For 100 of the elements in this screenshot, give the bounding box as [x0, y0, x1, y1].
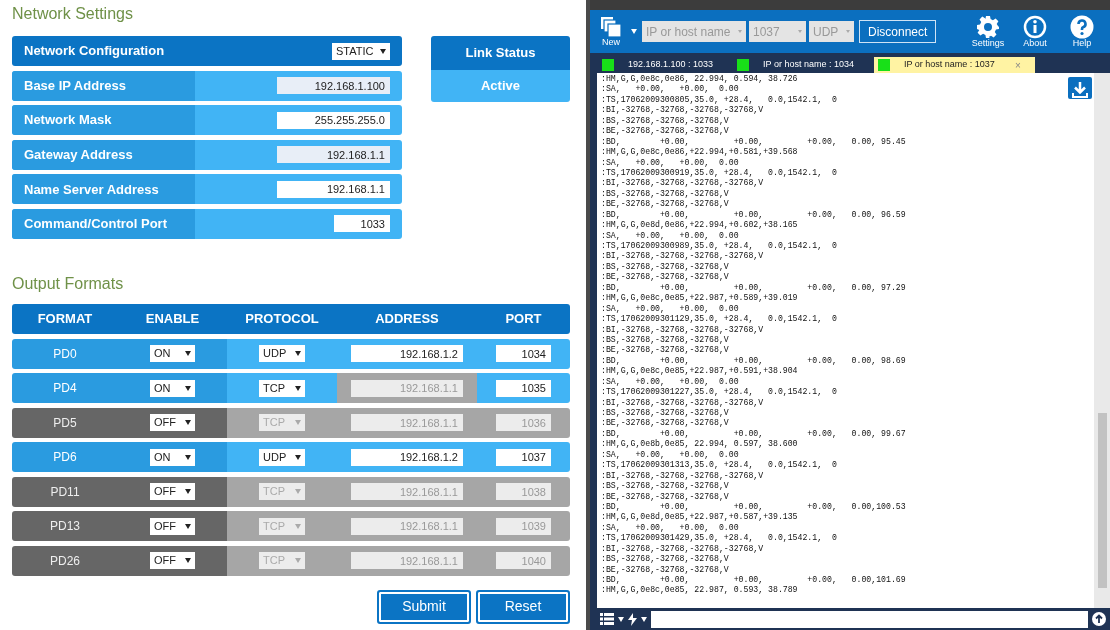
reset-button[interactable]: Reset: [476, 589, 570, 624]
address-field[interactable]: 192.168.1.2: [351, 448, 463, 466]
caret-icon: [185, 385, 191, 391]
config-select[interactable]: STATIC: [332, 42, 390, 60]
disconnect-button[interactable]: Disconnect: [859, 20, 937, 43]
lightning-icon[interactable]: [628, 612, 637, 626]
terminal-line: :HM,G,G,0e8c,0e85,+22.987,+0.591,+38.904: [601, 366, 799, 377]
terminal-line: :TS,17062009300919,35.0, +28.4, 0.0,1542.1, 0: [601, 167, 838, 179]
terminal-line: :HM,G,G,0e8c,0e85,+22.987,+0.589,+39.019: [601, 293, 799, 304]
terminal-line: :BE,-32768,-32768,-32768,V: [601, 491, 730, 502]
status-icon: [878, 59, 890, 71]
section-title: Output Formats: [12, 273, 125, 294]
terminal-line: :BE,-32768,-32768,-32768,V: [601, 418, 730, 429]
enable-select[interactable]: ON: [150, 379, 195, 397]
format-name: PD0: [53, 345, 77, 363]
terminal-line: :SA, +0.00, +0.00, 0.00: [601, 157, 740, 168]
terminal-line: :BS,-32768,-32768,-32768,V: [601, 408, 730, 419]
input-field[interactable]: 1033: [334, 215, 390, 233]
terminal-line: :BD, +0.00, +0.00, +0.00, 0.00, 96.59: [601, 209, 907, 220]
terminal-line: :BD, +0.00, +0.00, +0.00, 0.00, 97.29: [601, 282, 907, 294]
terminal-line: :HM,G,G,0e8b,0e85, 22.994, 0.597, 38.600: [601, 439, 799, 450]
scrollbar[interactable]: [1094, 73, 1110, 608]
caret-icon: [846, 30, 850, 33]
scroll-thumb[interactable]: [1097, 413, 1107, 588]
terminal-line: :BE,-32768,-32768,-32768,V: [601, 272, 730, 283]
format-name: PD5: [53, 414, 77, 432]
field-label: Network Configuration: [23, 42, 166, 61]
port-field[interactable]: 1035: [496, 379, 551, 397]
caret-icon: [295, 558, 301, 564]
link-status-value: Active: [431, 70, 570, 102]
column-header: ENABLE: [144, 309, 201, 328]
column-header: PROTOCOL: [244, 309, 320, 328]
link-status-header: Link Status: [431, 36, 570, 70]
help-button[interactable]: Help: [1060, 14, 1104, 49]
protocol-select[interactable]: UDP: [259, 345, 305, 363]
field-label: Network Mask: [12, 105, 195, 136]
terminal-line: :TS,17062009300805,35.0, +28.4, 0.0,1542.1, 0: [601, 94, 838, 106]
info-icon: [1023, 14, 1047, 39]
enable-select[interactable]: ON: [150, 448, 195, 466]
caret-icon: [295, 385, 301, 391]
command-input[interactable]: [651, 610, 1088, 628]
port-field[interactable]: 1037: [496, 448, 551, 466]
terminal-line: :BI,-32768,-32768,-32768,-32768,V: [601, 251, 765, 262]
help-icon: [1070, 14, 1094, 39]
terminal-line: :BS,-32768,-32768,-32768,V: [601, 554, 730, 565]
enable-select[interactable]: ON: [150, 345, 195, 363]
terminal-line: :BD, +0.00, +0.00, +0.00, 0.00,101.69: [601, 575, 907, 586]
format-name: PD4: [53, 380, 77, 398]
terminal-line: :TS,17062009301429,35.0, +28.4, 0.0,1542.1, 0: [601, 533, 838, 544]
protocol-select[interactable]: TCP: [259, 379, 305, 397]
column-header: FORMAT: [36, 309, 94, 328]
terminal-line: :BD, +0.00, +0.00, +0.00, 0.00, 99.67: [601, 428, 907, 439]
input-field[interactable]: 192.168.1.1: [277, 180, 390, 198]
section-title: Network Settings: [12, 4, 134, 24]
list-icon[interactable]: [600, 613, 614, 625]
about-button[interactable]: About: [1013, 14, 1057, 49]
arrow-up-icon[interactable]: [1092, 612, 1106, 626]
caret-icon: [185, 523, 191, 529]
enable-select[interactable]: OFF: [150, 552, 195, 570]
enable-select[interactable]: OFF: [150, 483, 195, 501]
port-field[interactable]: 1034: [496, 345, 551, 363]
status-icon: [737, 59, 750, 71]
enable-select[interactable]: OFF: [150, 517, 195, 535]
connection-tab[interactable]: IP or host name : 1034: [733, 57, 868, 73]
settings-button[interactable]: Settings: [966, 14, 1010, 49]
terminal-line: :BI,-32768,-32768,-32768,-32768,V: [601, 324, 765, 335]
caret-icon: [295, 489, 301, 495]
format-name: PD26: [50, 552, 80, 570]
status-icon: [602, 59, 614, 71]
field-label: Command/Control Port: [12, 208, 195, 239]
enable-select[interactable]: OFF: [150, 414, 195, 432]
input-field[interactable]: 255.255.255.0: [277, 111, 390, 129]
connection-tab[interactable]: IP or host name : 1037 ×: [874, 57, 1035, 73]
terminal-line: :BE,-32768,-32768,-32768,V: [601, 345, 730, 356]
caret-icon: [295, 420, 301, 426]
submit-button[interactable]: Submit: [377, 589, 471, 624]
terminal-line: :SA, +0.00, +0.00, 0.00: [601, 522, 740, 534]
caret-icon: [185, 420, 191, 426]
terminal-line: :BD, +0.00, +0.00, +0.00, 0.00,100.53: [601, 501, 907, 512]
download-button[interactable]: [1068, 77, 1092, 99]
caret-icon: [295, 523, 301, 529]
caret-icon: [185, 454, 191, 460]
terminal-line: :BI,-32768,-32768,-32768,-32768,V: [601, 470, 765, 482]
connection-tab[interactable]: 192.168.1.100 : 1033: [598, 57, 728, 73]
protocol-select[interactable]: UDP: [259, 448, 305, 466]
terminal-line: :SA, +0.00, +0.00, 0.00: [601, 303, 740, 315]
address-field[interactable]: 192.168.1.2: [351, 345, 463, 363]
field-label: Base IP Address: [12, 70, 195, 101]
caret-icon: [185, 489, 191, 495]
caret-icon: [185, 558, 191, 564]
terminal-line: :BS,-32768,-32768,-32768,V: [601, 481, 730, 492]
terminal-line: :BE,-32768,-32768,-32768,V: [601, 199, 730, 210]
terminal-line: :HM,G,G,0e8c,0e86,+22.994,+0.581,+39.568: [601, 147, 799, 158]
new-button[interactable]: New: [600, 16, 622, 47]
terminal-line: :TS,17062009301227,35.0, +28.4, 0.0,1542.1, 0: [601, 387, 838, 398]
terminal-line: :SA, +0.00, +0.00, 0.00: [601, 376, 740, 388]
terminal-line: :BS,-32768,-32768,-32768,V: [601, 261, 730, 273]
terminal-line: :BD, +0.00, +0.00, +0.00, 0.00, 98.69: [601, 355, 907, 367]
stacked-windows-icon: [600, 16, 622, 38]
terminal-line: :TS,17062009301129,35.0, +28.4, 0.0,1542.1, 0: [601, 314, 838, 325]
